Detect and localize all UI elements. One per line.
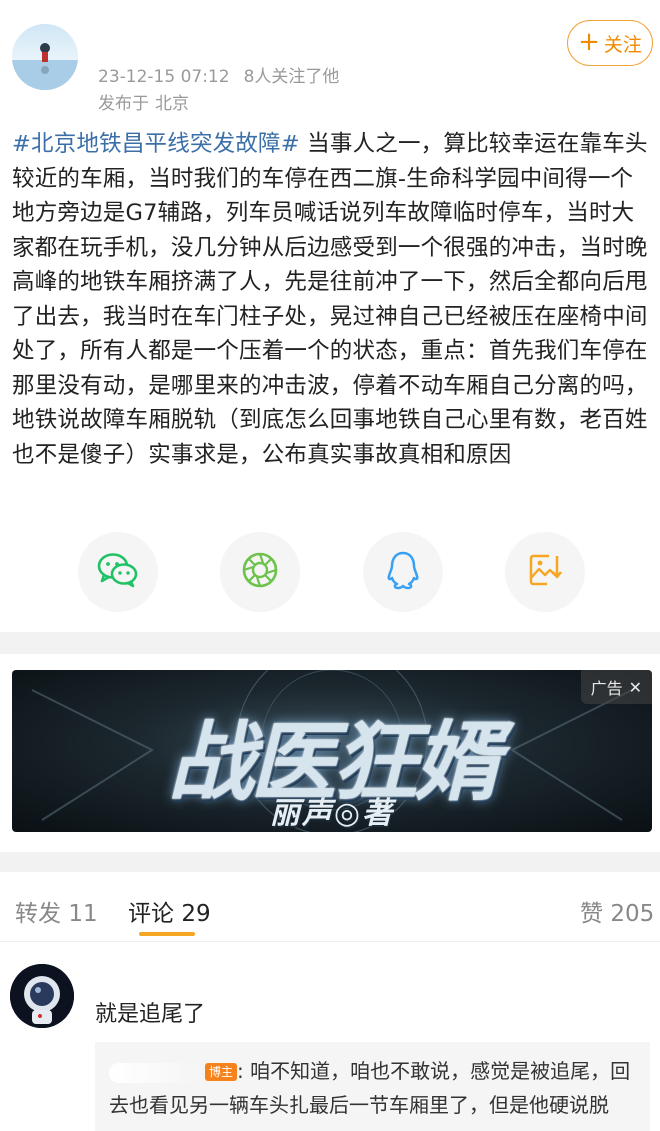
comment-text: 就是追尾了 bbox=[95, 1002, 206, 1027]
share-row bbox=[0, 532, 660, 612]
weibo-post-page: 23-12-15 07:12 8人关注了他 发布于 北京 + 关注 #北京地铁昌平线… bbox=[0, 0, 660, 1131]
save-image-icon bbox=[527, 552, 563, 592]
ad-banner[interactable]: 战医狂婿 丽声◎著 广告 ✕ bbox=[12, 670, 652, 832]
hashtag-link[interactable]: #北京地铁昌平线突发故障# bbox=[12, 131, 300, 157]
owner-badge: 博主 bbox=[205, 1063, 238, 1081]
wechat-icon bbox=[97, 552, 139, 592]
share-wechat-button[interactable] bbox=[78, 532, 158, 612]
reply-box[interactable]: 博主: 咱不知道，咱也不敢说，感觉是被追尾，回去也看见另一辆车头扎最后一节车厢里… bbox=[95, 1042, 650, 1131]
commenter-avatar[interactable] bbox=[10, 964, 74, 1028]
post-location: 发布于 北京 bbox=[98, 89, 189, 114]
tab-comments[interactable]: 评论 29 bbox=[128, 894, 211, 928]
post-meta: 23-12-15 07:12 8人关注了他 bbox=[98, 62, 339, 87]
author-avatar[interactable] bbox=[12, 24, 78, 90]
post-body: #北京地铁昌平线突发故障# 当事人之一，算比较幸运在靠车头较近的车厢，当时我们的… bbox=[12, 127, 652, 472]
ad-author: 丽声◎著 bbox=[269, 796, 395, 831]
tab-likes[interactable]: 赞 205 bbox=[580, 894, 654, 928]
followers-note: 8人关注了他 bbox=[243, 67, 340, 87]
section-divider bbox=[0, 852, 660, 872]
post-body-text: 当事人之一，算比较幸运在靠车头较近的车厢，当时我们的车停在西二旗-生命科学园中间… bbox=[12, 131, 648, 468]
reply-author-name[interactable] bbox=[109, 1062, 201, 1083]
tab-comments-label: 评论 bbox=[128, 901, 174, 927]
location-name: 北京 bbox=[155, 94, 189, 114]
active-tab-indicator bbox=[139, 932, 195, 936]
moments-icon bbox=[240, 550, 280, 594]
interaction-tabs: 转发 11 评论 29 赞 205 bbox=[0, 872, 660, 942]
section-divider bbox=[0, 632, 660, 654]
share-moments-button[interactable] bbox=[220, 532, 300, 612]
ad-badge-label: 广告 bbox=[590, 679, 623, 698]
save-image-button[interactable] bbox=[505, 532, 585, 612]
tab-reposts[interactable]: 转发 11 bbox=[15, 894, 98, 928]
tab-reposts-count: 11 bbox=[68, 901, 98, 927]
tab-reposts-label: 转发 bbox=[15, 901, 61, 927]
follow-label: 关注 bbox=[603, 33, 642, 56]
tab-comments-count: 29 bbox=[181, 901, 211, 927]
close-icon[interactable]: ✕ bbox=[629, 678, 642, 697]
tab-likes-label: 赞 bbox=[580, 901, 603, 927]
tab-likes-count: 205 bbox=[610, 901, 655, 927]
location-prefix: 发布于 bbox=[98, 94, 149, 114]
post-date: 23-12-15 07:12 bbox=[98, 67, 230, 87]
share-qq-button[interactable] bbox=[363, 532, 443, 612]
qq-icon bbox=[385, 550, 421, 594]
post-header: 23-12-15 07:12 8人关注了他 发布于 北京 + 关注 bbox=[0, 0, 660, 120]
plus-icon: + bbox=[578, 27, 600, 57]
ad-badge[interactable]: 广告 ✕ bbox=[580, 670, 652, 704]
follow-button[interactable]: + 关注 bbox=[567, 20, 653, 66]
